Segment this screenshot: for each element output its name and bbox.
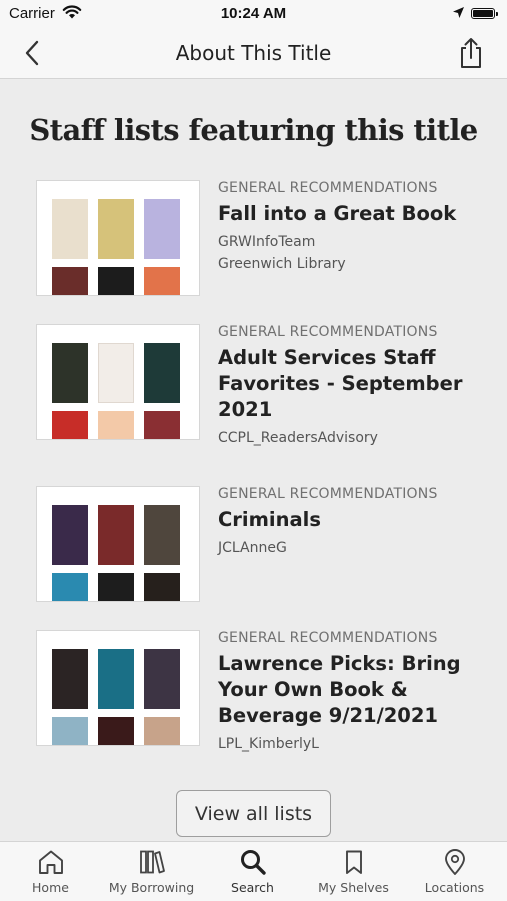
status-time: 10:24 AM: [220, 5, 287, 22]
book-cover: [144, 411, 180, 439]
list-author: JCLAnneG: [218, 540, 287, 556]
battery-icon: [471, 8, 498, 19]
book-cover: [52, 573, 88, 601]
book-cover: [98, 343, 134, 403]
list-author: LPL_KimberlyL: [218, 736, 319, 752]
book-cover: [52, 267, 88, 295]
book-cover: [98, 411, 134, 439]
list-category: GENERAL RECOMMENDATIONS: [218, 324, 438, 340]
list-category: GENERAL RECOMMENDATIONS: [218, 630, 438, 646]
tab-locations[interactable]: Locations: [404, 842, 505, 901]
books-icon: [140, 850, 165, 874]
section-heading: Staff lists featuring this title: [29, 113, 478, 147]
list-title: Fall into a Great Book: [218, 202, 457, 225]
list-cover-collage: [36, 324, 200, 440]
list-author: CCPL_ReadersAdvisory: [218, 430, 378, 446]
page-title: About This Title: [175, 41, 332, 65]
tab-my-borrowing[interactable]: My Borrowing: [101, 842, 202, 901]
tab-label: Home: [32, 880, 69, 895]
book-cover: [144, 343, 180, 403]
list-cover-collage: [36, 180, 200, 296]
book-cover: [52, 505, 88, 565]
location-arrow-icon: [453, 7, 464, 18]
tab-label: My Borrowing: [108, 880, 195, 895]
book-cover: [98, 573, 134, 601]
list-library: Greenwich Library: [218, 256, 346, 272]
navigation-bar: About This Title: [0, 28, 507, 79]
book-cover: [144, 649, 180, 709]
list-category: GENERAL RECOMMENDATIONS: [218, 180, 438, 196]
status-bar: Carrier 10:24 AM: [0, 0, 507, 28]
book-cover: [52, 649, 88, 709]
list-title: Criminals: [218, 508, 321, 531]
bookmark-icon: [346, 850, 362, 874]
book-cover: [98, 505, 134, 565]
share-icon[interactable]: [456, 36, 486, 70]
search-icon: [241, 850, 266, 875]
book-cover: [52, 411, 88, 439]
book-cover: [98, 199, 134, 259]
list-title: Lawrence Picks: Bring Your Own Book & Be…: [218, 652, 461, 727]
tab-label: My Shelves: [318, 880, 389, 895]
view-all-lists-button[interactable]: View all lists: [176, 790, 331, 837]
tab-label: Locations: [424, 880, 485, 895]
list-title: Adult Services Staff Favorites - Septemb…: [218, 346, 463, 421]
book-cover: [144, 199, 180, 259]
list-cover-collage: [36, 486, 200, 602]
book-cover: [144, 267, 180, 295]
list-category: GENERAL RECOMMENDATIONS: [218, 486, 438, 502]
book-cover: [52, 717, 88, 745]
tab-label: Search: [231, 880, 274, 895]
home-icon: [39, 850, 63, 874]
tab-bar: Home My Borrowing Search My Shelves Loca…: [0, 841, 507, 901]
book-cover: [98, 649, 134, 709]
tab-home[interactable]: Home: [0, 842, 101, 901]
book-cover: [144, 717, 180, 745]
book-cover: [98, 717, 134, 745]
tab-search[interactable]: Search: [202, 842, 303, 901]
book-cover: [98, 267, 134, 295]
book-cover: [52, 199, 88, 259]
location-pin-icon: [445, 849, 465, 875]
list-author: GRWInfoTeam: [218, 234, 316, 250]
book-cover: [144, 505, 180, 565]
tab-my-shelves[interactable]: My Shelves: [303, 842, 404, 901]
book-cover: [144, 573, 180, 601]
book-cover: [52, 343, 88, 403]
list-cover-collage: [36, 630, 200, 746]
